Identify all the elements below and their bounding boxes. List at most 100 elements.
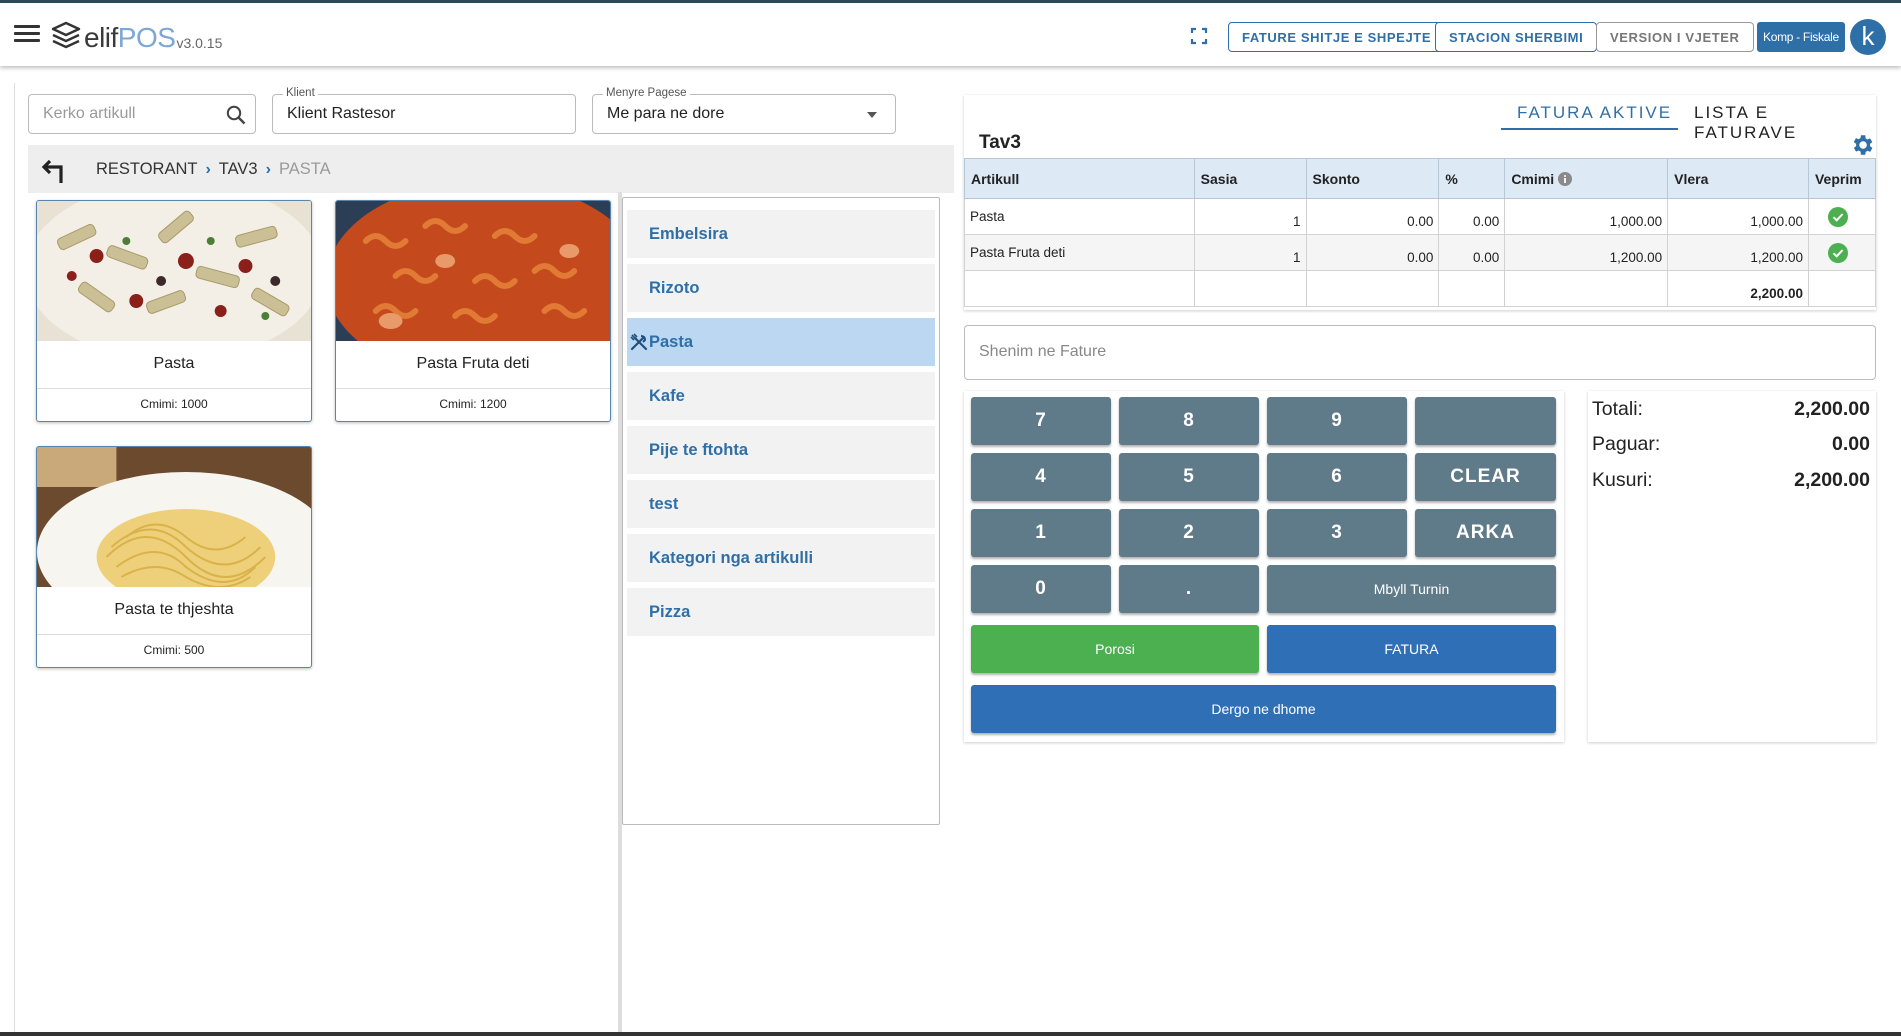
cell-percent[interactable]: 0.00: [1438, 234, 1506, 271]
cell-empty: [1807, 270, 1877, 307]
key-8[interactable]: 8: [1119, 397, 1259, 445]
key-2[interactable]: 2: [1119, 509, 1259, 557]
cell-empty: [1504, 270, 1669, 307]
bottom-border: [0, 1032, 1901, 1036]
clear-button[interactable]: CLEAR: [1415, 453, 1556, 501]
info-icon[interactable]: [1558, 171, 1572, 186]
divider: [37, 388, 311, 389]
search-icon[interactable]: [225, 104, 247, 126]
column-header-sasia: Sasia: [1193, 158, 1307, 199]
cell-skonto[interactable]: 0.00: [1305, 198, 1440, 235]
column-header-veprim: Veprim: [1807, 158, 1877, 199]
category-pizza[interactable]: Pizza: [627, 588, 935, 636]
cell-empty: [1193, 270, 1307, 307]
arka-button[interactable]: ARKA: [1415, 509, 1556, 557]
check-circle-icon[interactable]: [1827, 242, 1848, 263]
table-name: Tav3: [979, 132, 1021, 153]
utensils-icon: [630, 333, 648, 351]
quick-sale-invoice-button[interactable]: FATURE SHITJE E SHPEJTE: [1228, 22, 1446, 52]
category-embelsira[interactable]: Embelsira: [627, 210, 935, 258]
breadcrumb-restorant[interactable]: RESTORANT: [96, 160, 197, 179]
change-label: Kusuri:: [1592, 469, 1653, 491]
key-4[interactable]: 4: [971, 453, 1111, 501]
cell-cmimi[interactable]: 1,000.00: [1504, 198, 1669, 235]
column-header-skonto: Skonto: [1305, 158, 1440, 199]
dropdown-arrow-icon: [867, 112, 877, 118]
product-price: Cmimi: 1200: [439, 397, 507, 411]
invoice-button[interactable]: FATURA: [1267, 625, 1556, 673]
key-7[interactable]: 7: [971, 397, 1111, 445]
user-avatar[interactable]: k: [1850, 19, 1886, 55]
table-header-row: Artikull Sasia Skonto % Cmimi Vlera Vepr…: [964, 158, 1877, 199]
cell-artikull: Pasta: [964, 198, 1195, 235]
cell-vlera: 1,000.00: [1667, 198, 1809, 235]
category-rizoto[interactable]: Rizoto: [627, 264, 935, 312]
key-decimal[interactable]: .: [1119, 565, 1259, 613]
payment-method-select[interactable]: Menyre Pagese Me para ne dore: [592, 87, 896, 134]
fullscreen-icon[interactable]: [1190, 27, 1208, 45]
check-circle-icon[interactable]: [1827, 206, 1848, 227]
cell-sasia[interactable]: 1: [1193, 198, 1307, 235]
client-label: Klient: [283, 87, 318, 99]
total-value: 2,200.00: [1794, 398, 1870, 420]
breadcrumb-tav3[interactable]: TAV3: [219, 160, 258, 179]
client-select[interactable]: Klient Klient Rastesor: [272, 87, 576, 134]
back-arrow-icon[interactable]: [38, 155, 68, 185]
search-input[interactable]: [43, 105, 213, 123]
product-card-pasta-te-thjeshta[interactable]: Pasta te thjeshta Cmimi: 500: [36, 446, 312, 668]
logo-text: elifPOS: [84, 22, 176, 53]
product-card-pasta[interactable]: Pasta Cmimi: 1000: [36, 200, 312, 422]
key-3[interactable]: 3: [1267, 509, 1407, 557]
category-kategori-nga-artikulli[interactable]: Kategori nga artikulli: [627, 534, 935, 582]
key-6[interactable]: 6: [1267, 453, 1407, 501]
category-pije-te-ftohta[interactable]: Pije te ftohta: [627, 426, 935, 474]
order-button[interactable]: Porosi: [971, 625, 1259, 673]
key-blank[interactable]: [1415, 397, 1556, 445]
cell-artikull: Pasta Fruta deti: [964, 234, 1195, 271]
product-price: Cmimi: 1000: [140, 397, 208, 411]
column-header-artikull: Artikull: [964, 158, 1195, 199]
cell-skonto[interactable]: 0.00: [1305, 234, 1440, 271]
product-card-pasta-fruta-deti[interactable]: Pasta Fruta deti Cmimi: 1200: [335, 200, 611, 422]
breadcrumb: RESTORANT › TAV3 › PASTA: [96, 160, 331, 179]
send-to-room-button[interactable]: Dergo ne dhome: [971, 685, 1556, 733]
cell-sasia[interactable]: 1: [1193, 234, 1307, 271]
column-header-cmimi: Cmimi: [1504, 158, 1669, 199]
spaghetti-image: [37, 447, 311, 587]
invoice-note-field[interactable]: [964, 325, 1876, 380]
tab-fatura-aktive[interactable]: FATURA AKTIVE: [1517, 103, 1672, 123]
company-button[interactable]: Komp - Fiskale: [1757, 22, 1845, 52]
logo-text-elif: elif: [84, 22, 118, 53]
active-tab-indicator: [1501, 128, 1678, 130]
search-field[interactable]: [28, 94, 256, 134]
keypad: 7 8 9 4 5 6 CLEAR 1 2 3 ARKA 0 . Mbyll T…: [964, 391, 1564, 742]
invoice-panel: FATURA AKTIVE LISTA E FATURAVE Tav3 Arti…: [964, 95, 1877, 310]
divider: [37, 634, 311, 635]
fusilli-pasta-image: [336, 201, 610, 341]
table-row[interactable]: Pasta 1 0.00 0.00 1,000.00 1,000.00: [964, 198, 1877, 235]
table-row[interactable]: Pasta Fruta deti 1 0.00 0.00 1,200.00 1,…: [964, 234, 1877, 271]
cell-percent[interactable]: 0.00: [1438, 198, 1506, 235]
cell-total: 2,200.00: [1667, 270, 1809, 307]
cell-cmimi[interactable]: 1,200.00: [1504, 234, 1669, 271]
old-version-button[interactable]: VERSION I VJETER: [1596, 22, 1754, 52]
column-header-percent: %: [1438, 158, 1506, 199]
category-kafe[interactable]: Kafe: [627, 372, 935, 420]
hamburger-menu-icon[interactable]: [14, 25, 40, 45]
gear-icon[interactable]: [1849, 132, 1875, 158]
app-version: v3.0.15: [176, 35, 223, 51]
cell-vlera: 1,200.00: [1667, 234, 1809, 271]
service-station-button[interactable]: STACION SHERBIMI: [1435, 22, 1598, 52]
invoice-note-input[interactable]: [979, 343, 1859, 361]
total-label: Totali:: [1592, 398, 1643, 420]
close-shift-button[interactable]: Mbyll Turnin: [1267, 565, 1556, 613]
category-pasta[interactable]: Pasta: [627, 318, 935, 366]
category-list: Embelsira Rizoto Pasta Kafe Pije te ftoh…: [622, 197, 940, 825]
paid-value: 0.00: [1832, 433, 1870, 455]
table-total-row: 2,200.00: [964, 270, 1877, 307]
key-5[interactable]: 5: [1119, 453, 1259, 501]
key-0[interactable]: 0: [971, 565, 1111, 613]
key-1[interactable]: 1: [971, 509, 1111, 557]
key-9[interactable]: 9: [1267, 397, 1407, 445]
category-test[interactable]: test: [627, 480, 935, 528]
